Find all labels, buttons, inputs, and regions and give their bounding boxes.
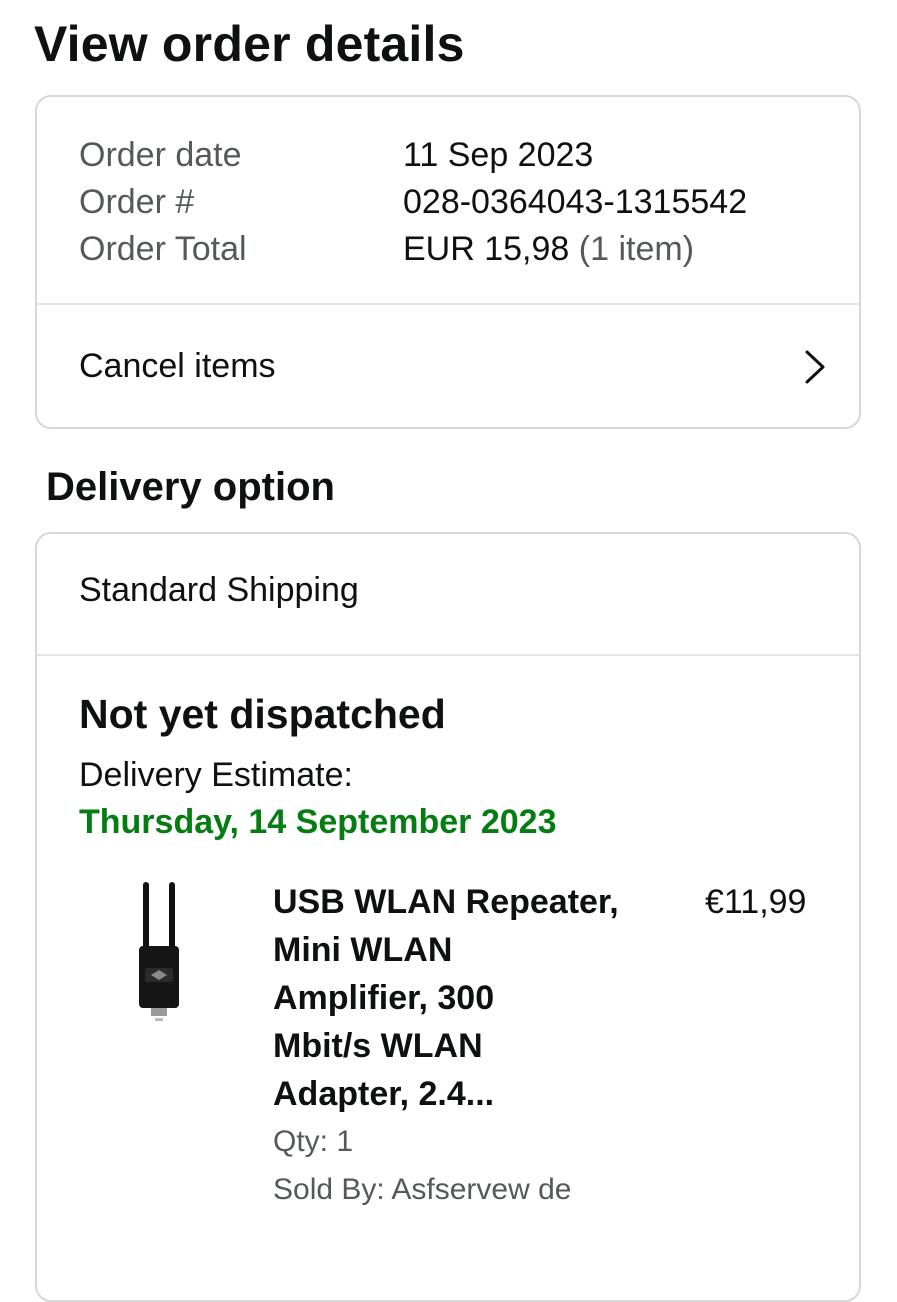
shipment-status: Not yet dispatched (79, 691, 446, 737)
order-total-value: EUR 15,98 (1 item) (403, 225, 694, 273)
product-title-line: Mini WLAN (273, 931, 453, 969)
product-title-line: Mbit/s WLAN (273, 1027, 483, 1065)
product-seller: Sold By: Asfservew de (273, 1173, 572, 1206)
order-number-label: Order # (79, 183, 195, 221)
delivery-card: Standard Shipping Not yet dispatched Del… (35, 532, 861, 1302)
product-quantity: Qty: 1 (273, 1125, 354, 1158)
page-title: View order details (34, 16, 465, 72)
product-image[interactable] (133, 880, 187, 1028)
product-title-link[interactable]: USB WLAN Repeater, Mini WLAN Amplifier, … (273, 878, 663, 1118)
product-title-line: Amplifier, 300 (273, 979, 495, 1017)
cancel-items-row[interactable]: Cancel items (37, 305, 859, 429)
delivery-divider (37, 654, 859, 656)
order-summary-card: Order date 11 Sep 2023 Order # 028-03640… (35, 95, 861, 429)
shipping-method: Standard Shipping (79, 571, 359, 609)
order-date-value: 11 Sep 2023 (403, 136, 594, 174)
delivery-option-heading: Delivery option (46, 465, 335, 509)
order-total-amount: EUR 15,98 (403, 230, 570, 268)
cancel-items-label: Cancel items (79, 347, 276, 385)
product-price: €11,99 (705, 883, 807, 921)
chevron-right-icon (805, 350, 825, 384)
product-title-line: USB WLAN Repeater, (273, 883, 619, 921)
order-date-label: Order date (79, 136, 242, 174)
delivery-estimate-date: Thursday, 14 September 2023 (79, 803, 557, 841)
delivery-estimate-label: Delivery Estimate: (79, 756, 353, 794)
order-total-label: Order Total (79, 230, 247, 268)
order-item-count: (1 item) (578, 230, 695, 268)
order-number-value: 028-0364043-1315542 (403, 183, 748, 221)
product-title-line: Adapter, 2.4... (273, 1075, 495, 1113)
